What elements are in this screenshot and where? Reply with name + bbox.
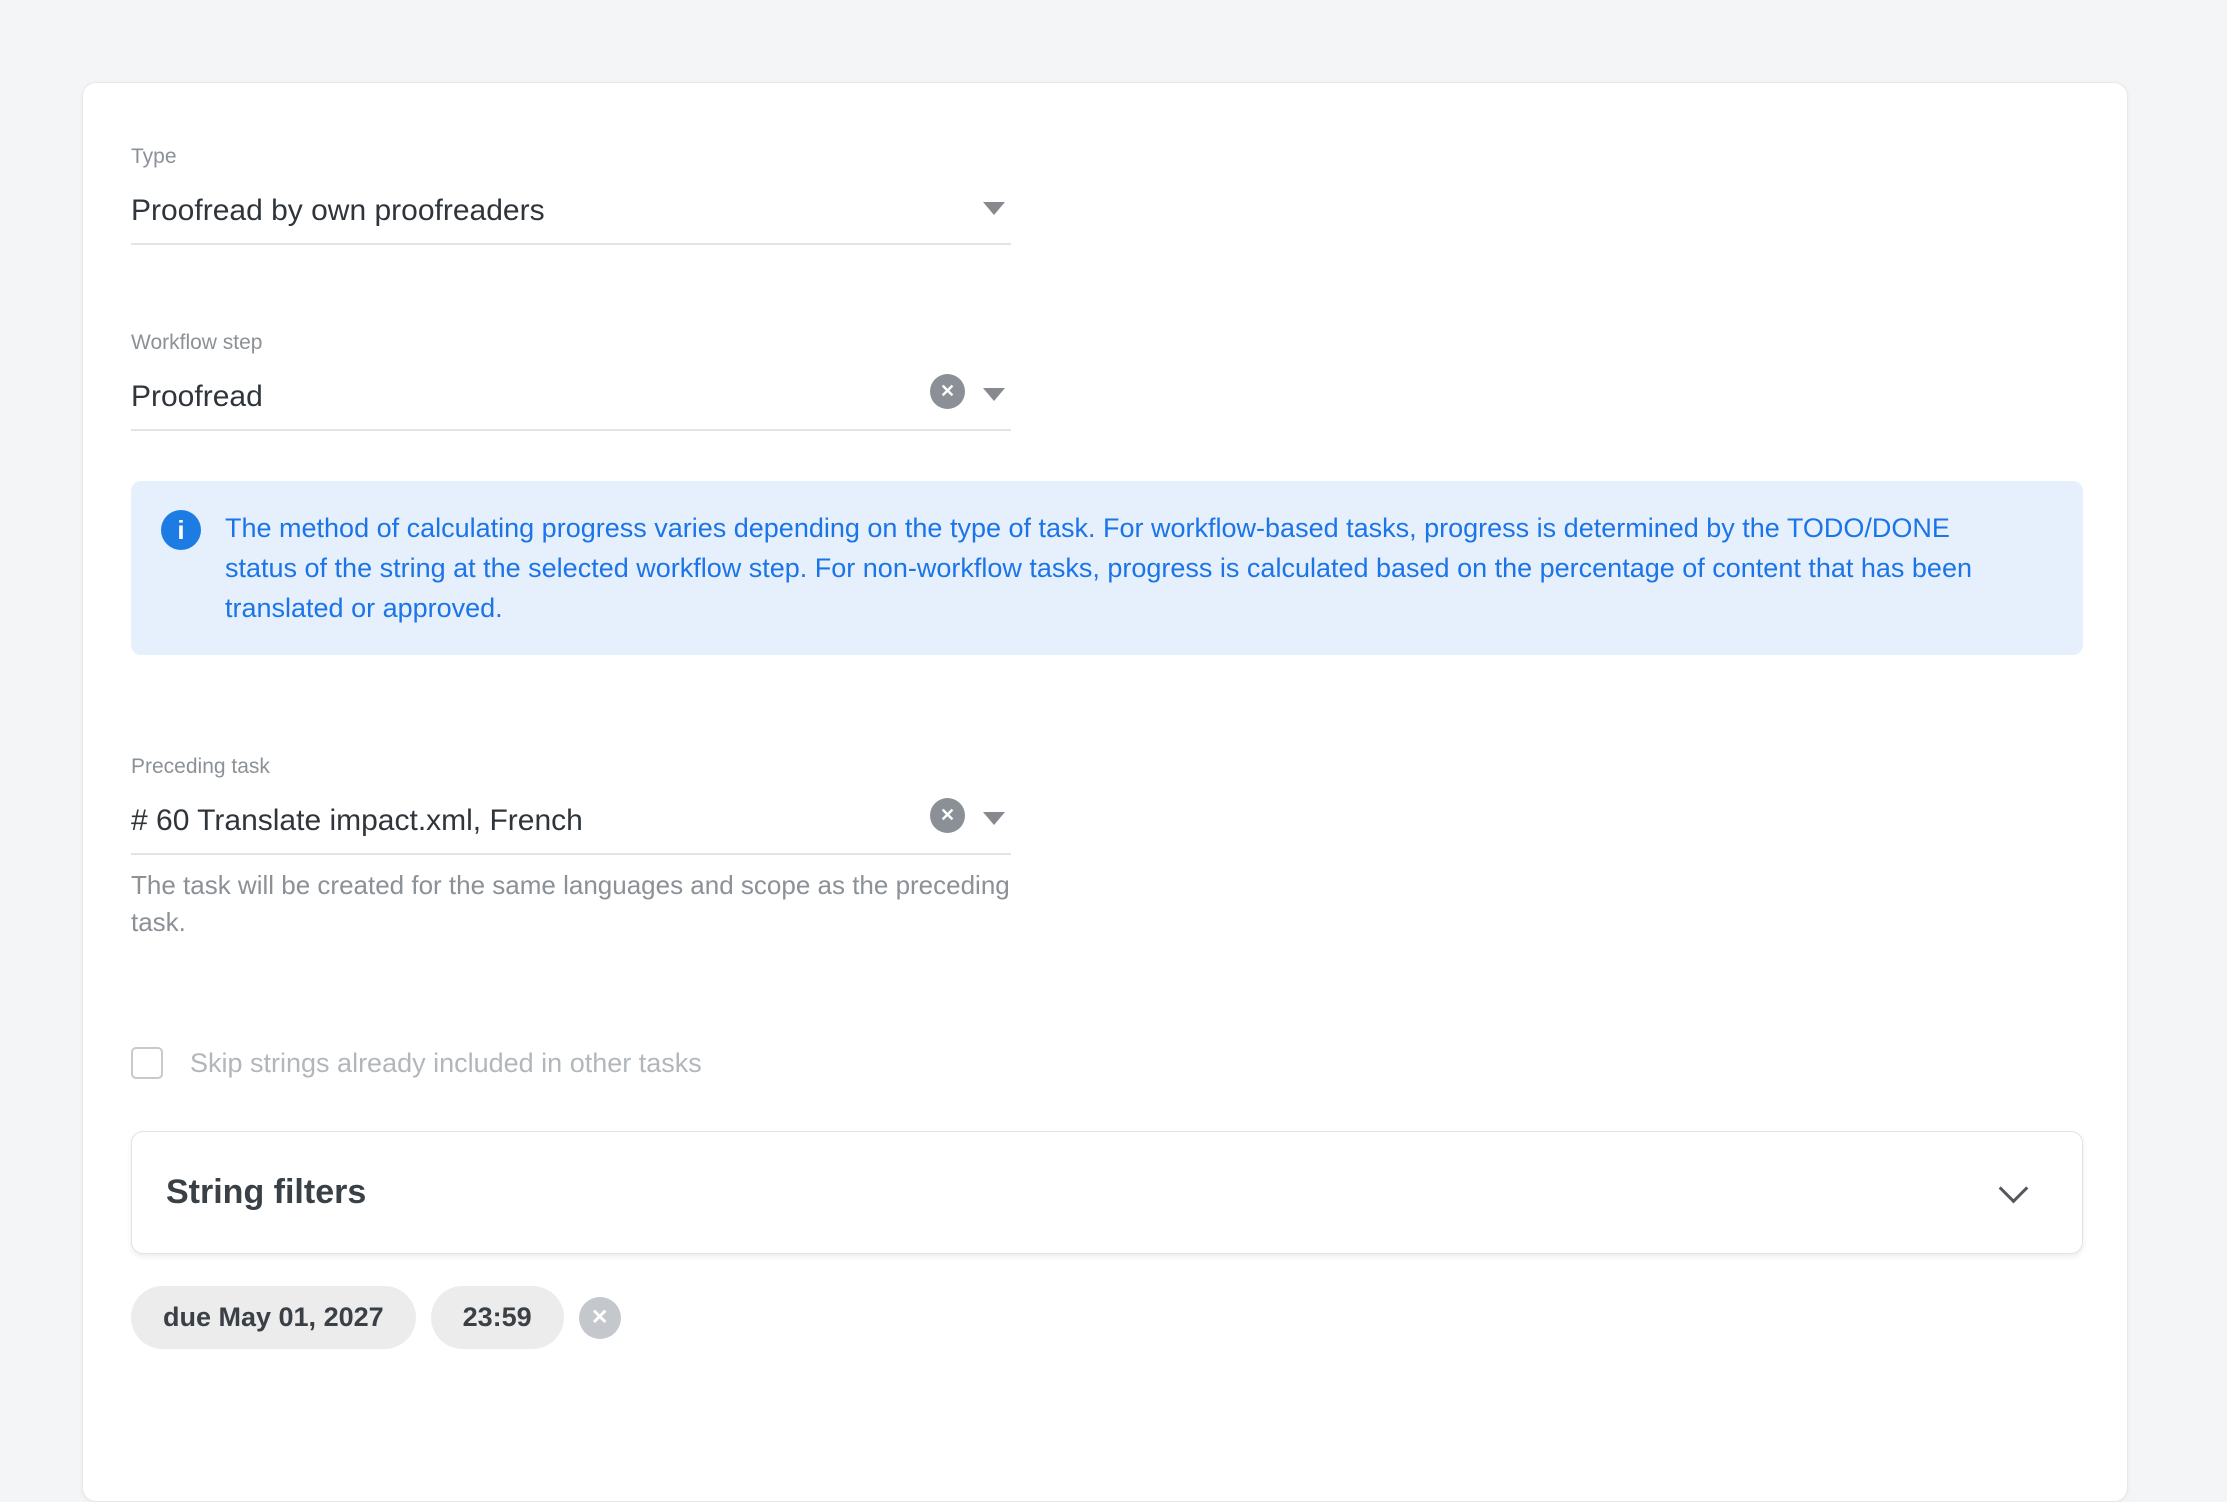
chevron-down-icon[interactable] — [1999, 1174, 2029, 1204]
due-date-chip[interactable]: due May 01, 2027 — [131, 1286, 416, 1349]
chevron-down-icon[interactable] — [983, 202, 1005, 215]
preceding-task-label: Preceding task — [131, 755, 1011, 779]
task-form-card: Type Proofread by own proofreaders Workf… — [82, 82, 2128, 1502]
chevron-down-icon[interactable] — [983, 812, 1005, 825]
skip-strings-label: Skip strings already included in other t… — [190, 1048, 702, 1079]
string-filters-title: String filters — [166, 1173, 366, 1212]
type-select[interactable]: Proofread by own proofreaders — [131, 182, 1011, 245]
task-form-content: Type Proofread by own proofreaders Workf… — [83, 83, 2127, 1349]
skip-strings-row: Skip strings already included in other t… — [131, 1045, 2081, 1081]
chevron-down-icon[interactable] — [983, 388, 1005, 401]
type-field: Type Proofread by own proofreaders — [131, 145, 1011, 245]
type-select-value: Proofread by own proofreaders — [131, 194, 545, 228]
clear-icon[interactable]: ✕ — [930, 374, 965, 409]
clear-icon[interactable]: ✕ — [930, 798, 965, 833]
progress-info-alert: i The method of calculating progress var… — [131, 481, 2083, 655]
string-filters-panel-header[interactable]: String filters — [131, 1131, 2083, 1254]
due-time-chip[interactable]: 23:59 — [431, 1286, 564, 1349]
type-field-label: Type — [131, 145, 1011, 169]
preceding-task-field: Preceding task # 60 Translate impact.xml… — [131, 755, 1011, 855]
skip-strings-checkbox[interactable] — [131, 1047, 163, 1079]
progress-info-text: The method of calculating progress varie… — [225, 508, 2025, 628]
workflow-step-select[interactable]: Proofread ✕ — [131, 368, 1011, 431]
preceding-task-select[interactable]: # 60 Translate impact.xml, French ✕ — [131, 792, 1011, 855]
remove-due-date-icon[interactable]: ✕ — [579, 1297, 621, 1339]
info-icon: i — [161, 510, 201, 550]
preceding-task-helper-text: The task will be created for the same la… — [131, 867, 1041, 941]
workflow-step-label: Workflow step — [131, 331, 1011, 355]
workflow-step-field: Workflow step Proofread ✕ — [131, 331, 1011, 431]
due-date-chips-row: due May 01, 2027 23:59 ✕ — [131, 1286, 2081, 1349]
preceding-task-value: # 60 Translate impact.xml, French — [131, 804, 583, 838]
workflow-step-value: Proofread — [131, 380, 263, 414]
